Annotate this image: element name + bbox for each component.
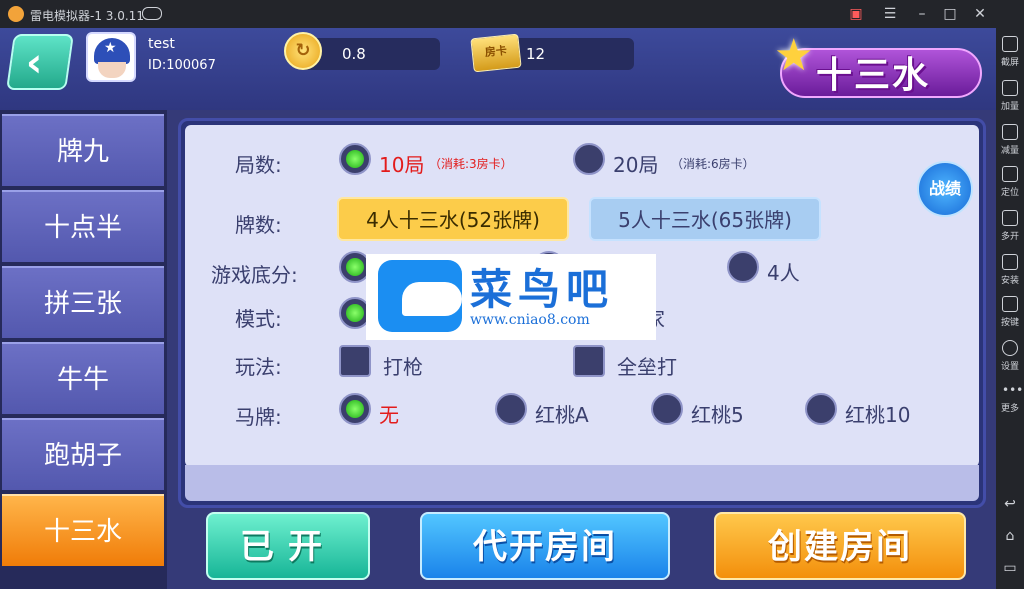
menu-icon[interactable]: ☰ (880, 4, 900, 24)
window-titlebar: 雷电模拟器-1 3.0.11 ▣ ☰ – □ ✕ (0, 0, 1024, 28)
watermark-name: 菜鸟吧 (470, 265, 615, 314)
emulator-toolbar: 截屏 加量 减量 定位 多开 安装 按键 设置 ••• 更多 ↩ ⌂ ▭ (996, 28, 1024, 589)
gamepad-icon[interactable] (142, 7, 162, 20)
scissors-icon (1002, 36, 1018, 52)
base-score-label: 游戏底分: (211, 263, 298, 287)
volume-up-button[interactable]: 加量 (996, 80, 1024, 112)
game-menu: 牌九 十点半 拼三张 牛牛 跑胡子 十三水 (0, 110, 167, 589)
coin-icon: ↻ (284, 32, 322, 70)
opened-rooms-button[interactable]: 已开 (206, 512, 370, 580)
watermark-url: www.cniao8.com (470, 312, 590, 328)
proxy-room-button[interactable]: 代开房间 (420, 512, 670, 580)
maximize-button[interactable]: □ (940, 4, 960, 24)
minimize-button[interactable]: – (912, 4, 932, 24)
avatar[interactable]: ★ (86, 32, 136, 82)
horse-hearts-a-radio[interactable] (495, 393, 527, 425)
create-room-button[interactable]: 创建房间 (714, 512, 966, 580)
avatar-star-icon: ★ (104, 40, 117, 56)
horse-hearts-10-radio[interactable] (805, 393, 837, 425)
horse-hearts-a-text: 红桃A (535, 403, 589, 427)
base-score-4-text: 4人 (767, 261, 800, 285)
multi-open-icon (1002, 210, 1018, 226)
watermark-logo-icon (378, 260, 462, 332)
settings-button[interactable]: 设置 (996, 340, 1024, 372)
nav-home-icon[interactable]: ⌂ (1002, 528, 1018, 544)
nav-back-icon[interactable]: ↩ (1002, 496, 1018, 512)
play-label: 玩法: (235, 355, 282, 379)
horse-none-text: 无 (379, 403, 399, 427)
top-bar: ‹ ★ test ID:100067 0.8 ↻ 12 房卡 十三水 ★ (0, 28, 996, 110)
screenshot-button[interactable]: 截屏 (996, 36, 1024, 68)
menu-item-niuniu[interactable]: 牛牛 (2, 342, 164, 414)
menu-item-paohuzi[interactable]: 跑胡子 (2, 418, 164, 490)
nav-recent-icon[interactable]: ▭ (1002, 560, 1018, 576)
rounds-10-note: （消耗:3房卡） (429, 157, 513, 171)
coin-value: 0.8 (342, 45, 366, 63)
quanleida-text: 全垒打 (617, 355, 677, 379)
menu-item-shidianban[interactable]: 十点半 (2, 190, 164, 262)
logo-star-icon: ★ (774, 30, 814, 81)
volume-down-icon (1002, 124, 1018, 140)
quanleida-checkbox[interactable] (573, 345, 605, 377)
back-button[interactable]: ‹ (6, 34, 74, 90)
volume-down-button[interactable]: 减量 (996, 124, 1024, 156)
more-icon: ••• (1002, 383, 1024, 397)
dazhang-checkbox[interactable] (339, 345, 371, 377)
rounds-10-text: 10局 (379, 153, 425, 177)
close-button[interactable]: ✕ (970, 4, 990, 24)
menu-item-paijiu[interactable]: 牌九 (2, 114, 164, 186)
watermark-bird (402, 282, 462, 316)
five-player-button[interactable]: 5人十三水(65张牌) (589, 197, 821, 241)
menu-item-shisanshui[interactable]: 十三水 (2, 494, 164, 566)
base-score-4-radio[interactable] (727, 251, 759, 283)
room-card-icon: 房卡 (470, 33, 522, 73)
keymap-button[interactable]: 按键 (996, 296, 1024, 328)
apk-install-icon (1002, 254, 1018, 270)
app-logo-icon (8, 6, 24, 22)
horse-label: 马牌: (235, 405, 282, 429)
cards-label: 牌数: (235, 213, 282, 237)
rounds-label: 局数: (235, 153, 282, 177)
mode-label: 模式: (235, 307, 282, 331)
volume-up-icon (1002, 80, 1018, 96)
gift-icon[interactable]: ▣ (846, 4, 866, 24)
window-title: 雷电模拟器-1 3.0.11 (30, 9, 144, 23)
user-id: ID:100067 (148, 58, 216, 73)
record-button[interactable]: 战绩 (917, 161, 973, 217)
multi-open-button[interactable]: 多开 (996, 210, 1024, 242)
more-button[interactable]: ••• 更多 (996, 382, 1024, 414)
horse-hearts-10-text: 红桃10 (845, 403, 911, 427)
game-screen: ‹ ★ test ID:100067 0.8 ↻ 12 房卡 十三水 ★ 牌九 … (0, 28, 996, 589)
game-logo: 十三水 ★ (774, 30, 982, 102)
watermark: 菜鸟吧 www.cniao8.com (366, 254, 656, 340)
back-arrow-icon: ‹ (25, 40, 43, 86)
rounds-10-radio[interactable] (339, 143, 371, 175)
dazhang-text: 打枪 (383, 355, 423, 379)
horse-hearts-5-radio[interactable] (651, 393, 683, 425)
avatar-face (98, 62, 126, 78)
horse-none-radio[interactable] (339, 393, 371, 425)
logo-title: 十三水 (816, 55, 931, 96)
four-player-button[interactable]: 4人十三水(52张牌) (337, 197, 569, 241)
room-card-value: 12 (526, 45, 546, 63)
keyboard-icon (1002, 296, 1018, 312)
menu-item-pinsanzhang[interactable]: 拼三张 (2, 266, 164, 338)
rounds-20-note: （消耗:6房卡） (671, 157, 755, 171)
panel-footer (185, 465, 979, 501)
rounds-20-text: 20局 (613, 153, 659, 177)
location-icon (1002, 166, 1018, 182)
install-button[interactable]: 安装 (996, 254, 1024, 286)
username: test (148, 36, 175, 52)
rounds-20-radio[interactable] (573, 143, 605, 175)
location-button[interactable]: 定位 (996, 166, 1024, 198)
settings-icon (1002, 340, 1018, 356)
horse-hearts-5-text: 红桃5 (691, 403, 744, 427)
